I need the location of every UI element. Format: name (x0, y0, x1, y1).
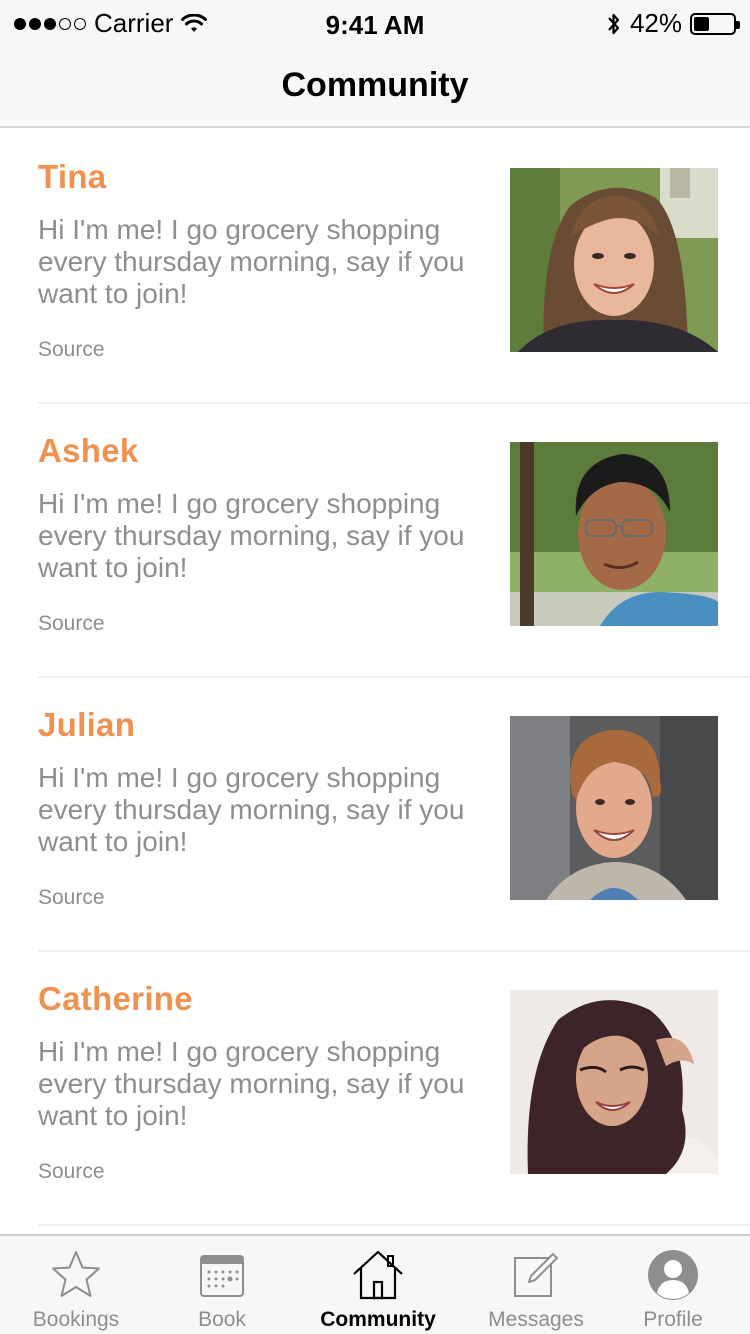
member-bio: Hi I'm me! I go grocery shopping every t… (38, 488, 465, 583)
tab-bookings[interactable]: Bookings (0, 1236, 152, 1334)
tab-bar: Bookings Book Community Messages Profile (0, 1234, 750, 1334)
member-bio: Hi I'm me! I go grocery shopping every t… (38, 762, 465, 857)
star-icon (52, 1251, 100, 1297)
battery-fill (694, 16, 710, 31)
member-name[interactable]: Ashek (38, 432, 139, 470)
tab-label: Bookings (32, 1308, 120, 1331)
member-name[interactable]: Tina (38, 158, 106, 196)
top-bar: Carrier 9:41 AM 42% Community (0, 0, 750, 128)
feed-item[interactable]: Julian Hi I'm me! I go grocery shopping … (0, 678, 750, 952)
house-icon (353, 1250, 403, 1300)
tab-label: Messages (488, 1308, 584, 1331)
feed-item[interactable]: Ashek Hi I'm me! I go grocery shopping e… (0, 404, 750, 678)
tab-messages[interactable]: Messages (460, 1236, 612, 1334)
member-photo[interactable] (510, 990, 718, 1174)
compose-icon (514, 1253, 558, 1297)
man-glasses-photo (510, 442, 718, 626)
bluetooth-icon (608, 13, 620, 34)
row-divider (38, 1224, 750, 1226)
tab-label: Profile (643, 1308, 703, 1331)
member-photo[interactable] (510, 716, 718, 900)
member-photo[interactable] (510, 442, 718, 626)
source-link[interactable]: Source (38, 338, 105, 362)
member-bio: Hi I'm me! I go grocery shopping every t… (38, 214, 465, 309)
feed-item[interactable]: Tina Hi I'm me! I go grocery shopping ev… (0, 130, 750, 404)
tab-profile[interactable]: Profile (596, 1236, 750, 1334)
member-photo[interactable] (510, 168, 718, 352)
app-screen: Carrier 9:41 AM 42% Community Tina Hi I'… (0, 0, 750, 1334)
battery-icon (690, 12, 740, 35)
feed-item[interactable]: Catherine Hi I'm me! I go grocery shoppi… (0, 952, 750, 1226)
source-link[interactable]: Source (38, 886, 105, 910)
status-bar: Carrier 9:41 AM 42% (0, 0, 750, 52)
woman-smiling-photo (510, 168, 718, 352)
profile-icon (648, 1250, 698, 1300)
source-link[interactable]: Source (38, 1160, 105, 1184)
status-right: 42% (606, 8, 740, 39)
tab-label: Community (320, 1308, 436, 1331)
source-link[interactable]: Source (38, 612, 105, 636)
battery-percent: 42% (629, 8, 682, 38)
calendar-icon (200, 1255, 244, 1297)
page-title: Community (281, 66, 469, 104)
tab-label: Book (198, 1308, 246, 1331)
member-bio: Hi I'm me! I go grocery shopping every t… (38, 1036, 465, 1131)
woman-long-hair-photo (510, 990, 718, 1174)
member-name[interactable]: Catherine (38, 980, 193, 1018)
man-curly-hair-photo (510, 716, 718, 900)
member-name[interactable]: Julian (38, 706, 135, 744)
tab-book[interactable]: Book (146, 1236, 298, 1334)
community-feed[interactable]: Tina Hi I'm me! I go grocery shopping ev… (0, 130, 750, 1236)
tab-community[interactable]: Community (298, 1236, 458, 1334)
